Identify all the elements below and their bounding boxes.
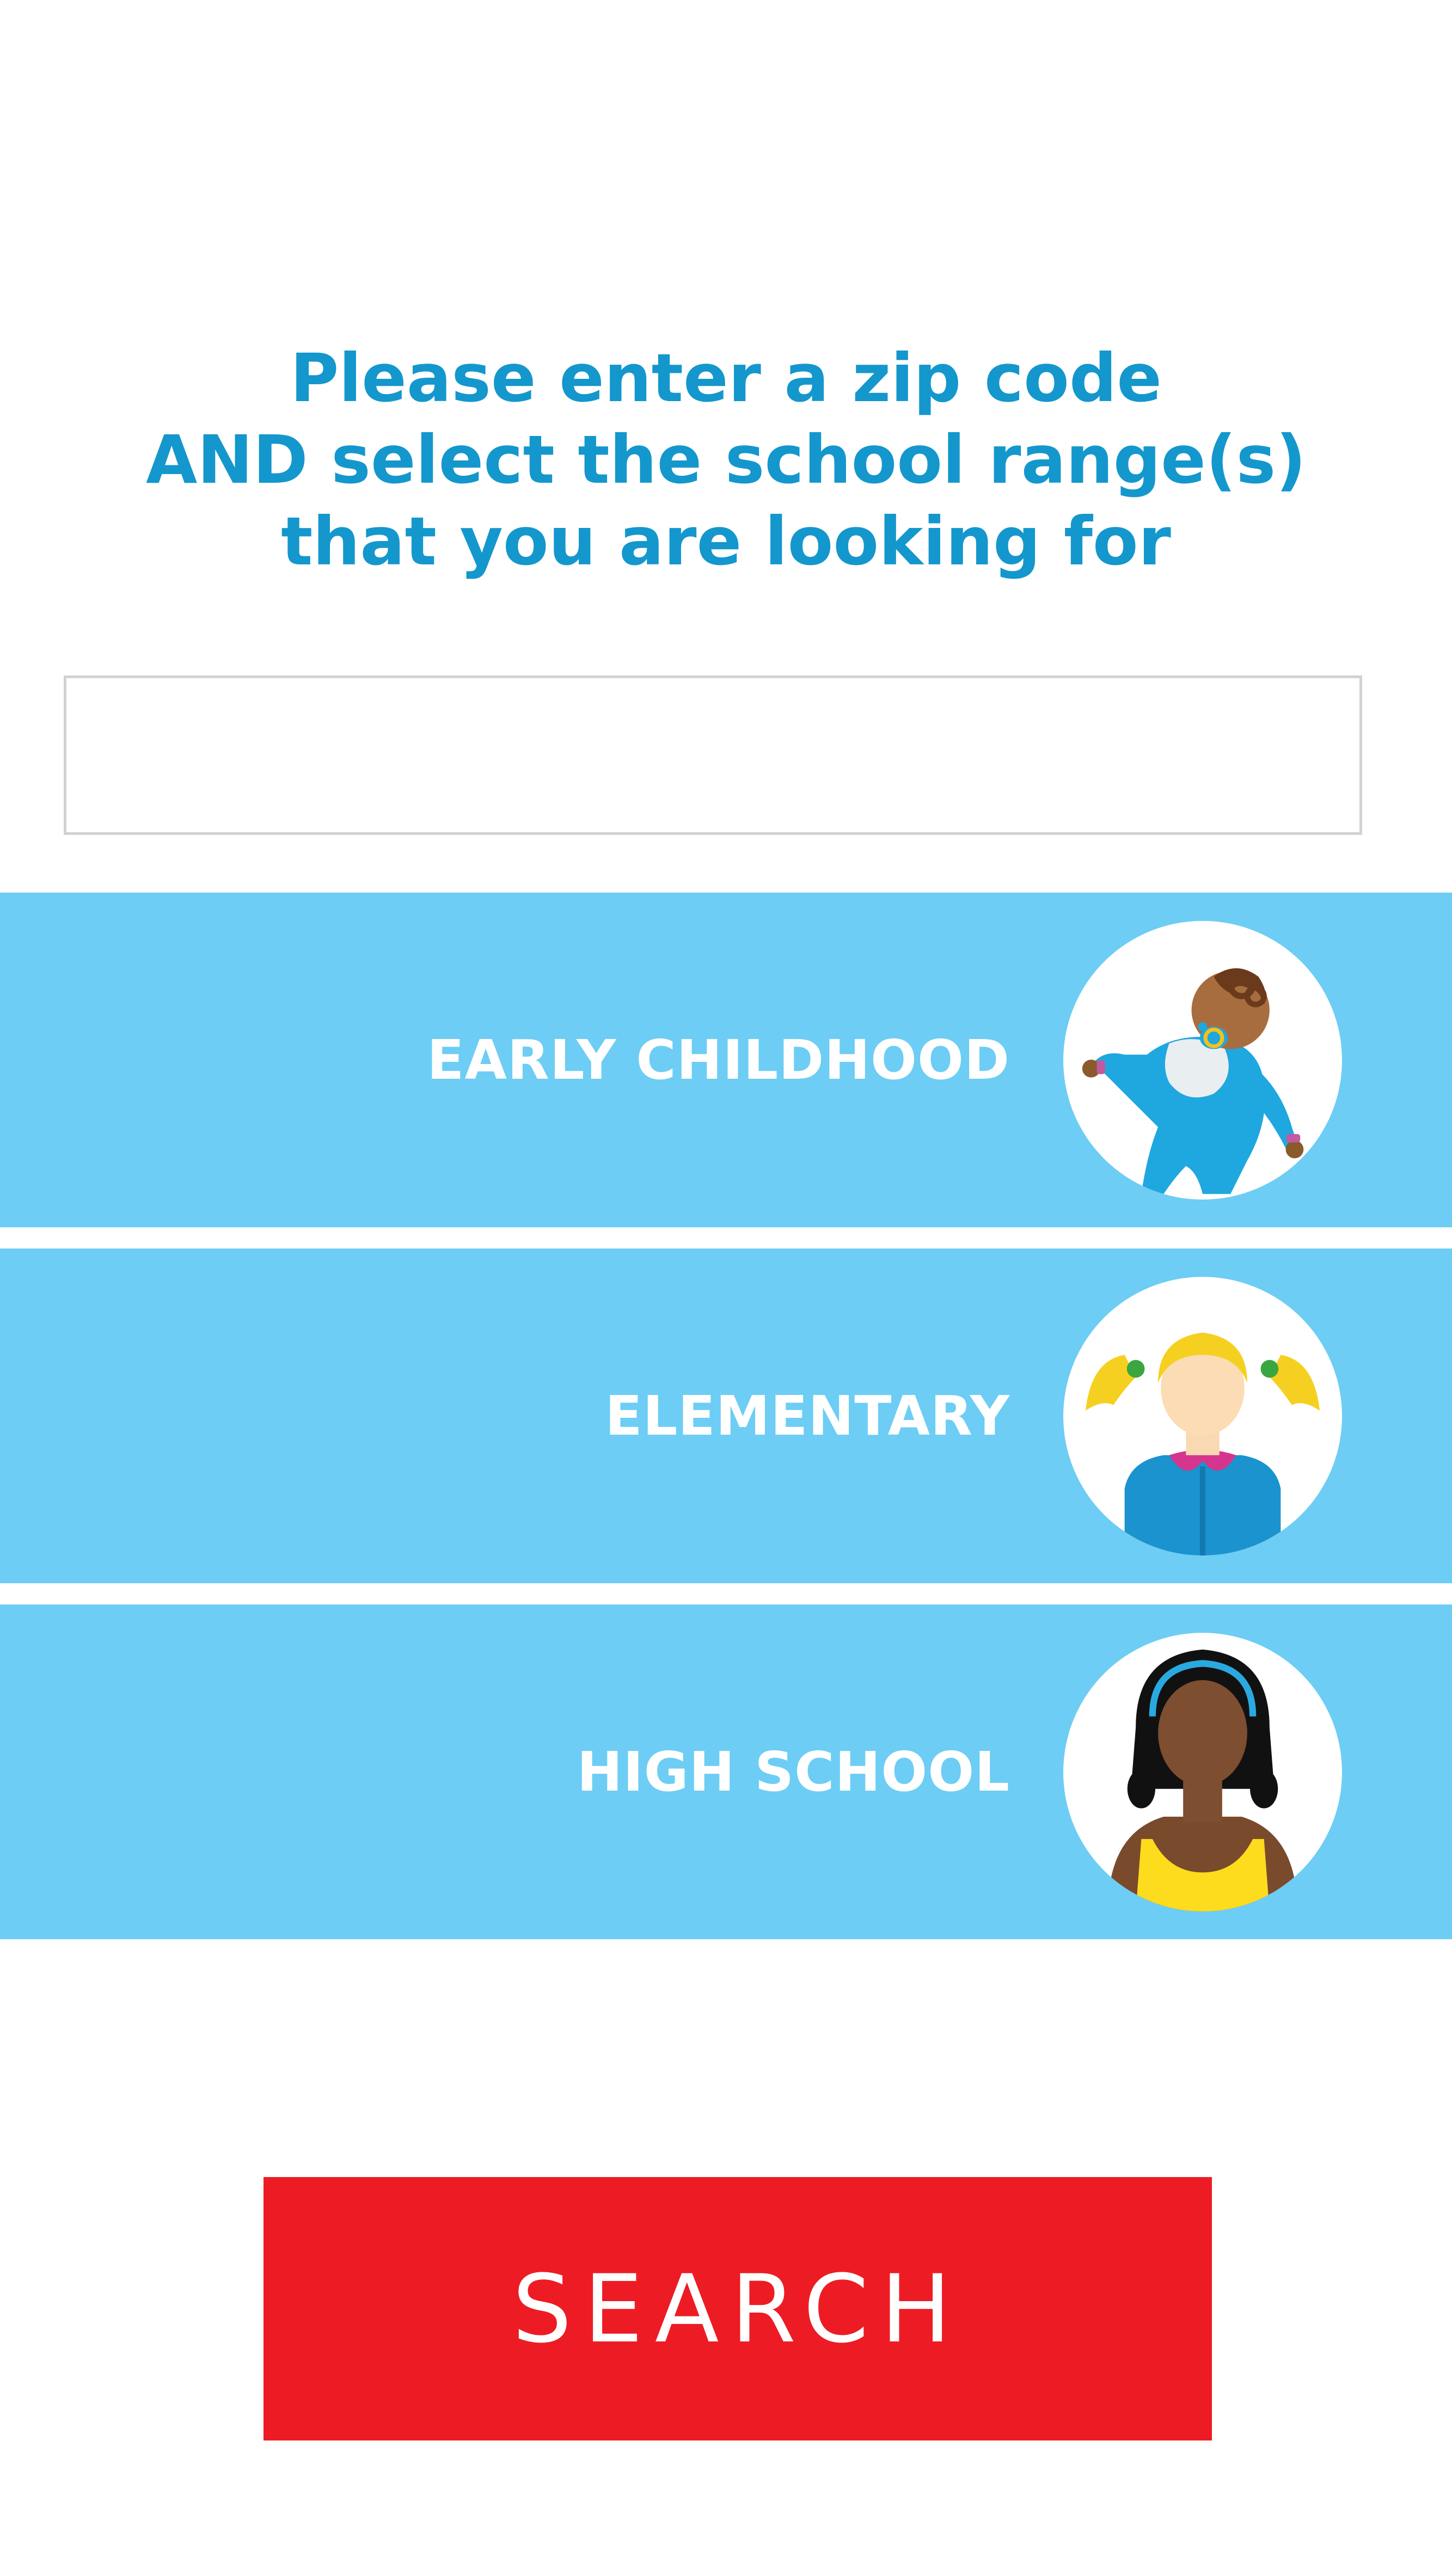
zip-code-input[interactable] [64,675,1362,835]
instructions-line-2: AND select the school range(s) [146,421,1306,499]
range-early-childhood[interactable]: EARLY CHILDHOOD [0,893,1452,1227]
range-label-early-childhood: EARLY CHILDHOOD [427,1028,1010,1092]
range-high-school[interactable]: HIGH SCHOOL [0,1604,1452,1939]
instructions-heading: Please enter a zip code AND select the s… [0,337,1452,582]
girl-pigtails-icon [1063,1277,1342,1556]
teen-girl-icon [1063,1633,1342,1911]
instructions-line-1: Please enter a zip code [290,340,1162,417]
range-label-high-school: HIGH SCHOOL [577,1740,1010,1804]
search-button[interactable]: SEARCH [264,2177,1212,2440]
baby-icon [1063,921,1342,1200]
range-label-elementary: ELEMENTARY [605,1384,1010,1448]
instructions-line-3: that you are looking for [281,503,1171,580]
range-elementary[interactable]: ELEMENTARY [0,1249,1452,1583]
